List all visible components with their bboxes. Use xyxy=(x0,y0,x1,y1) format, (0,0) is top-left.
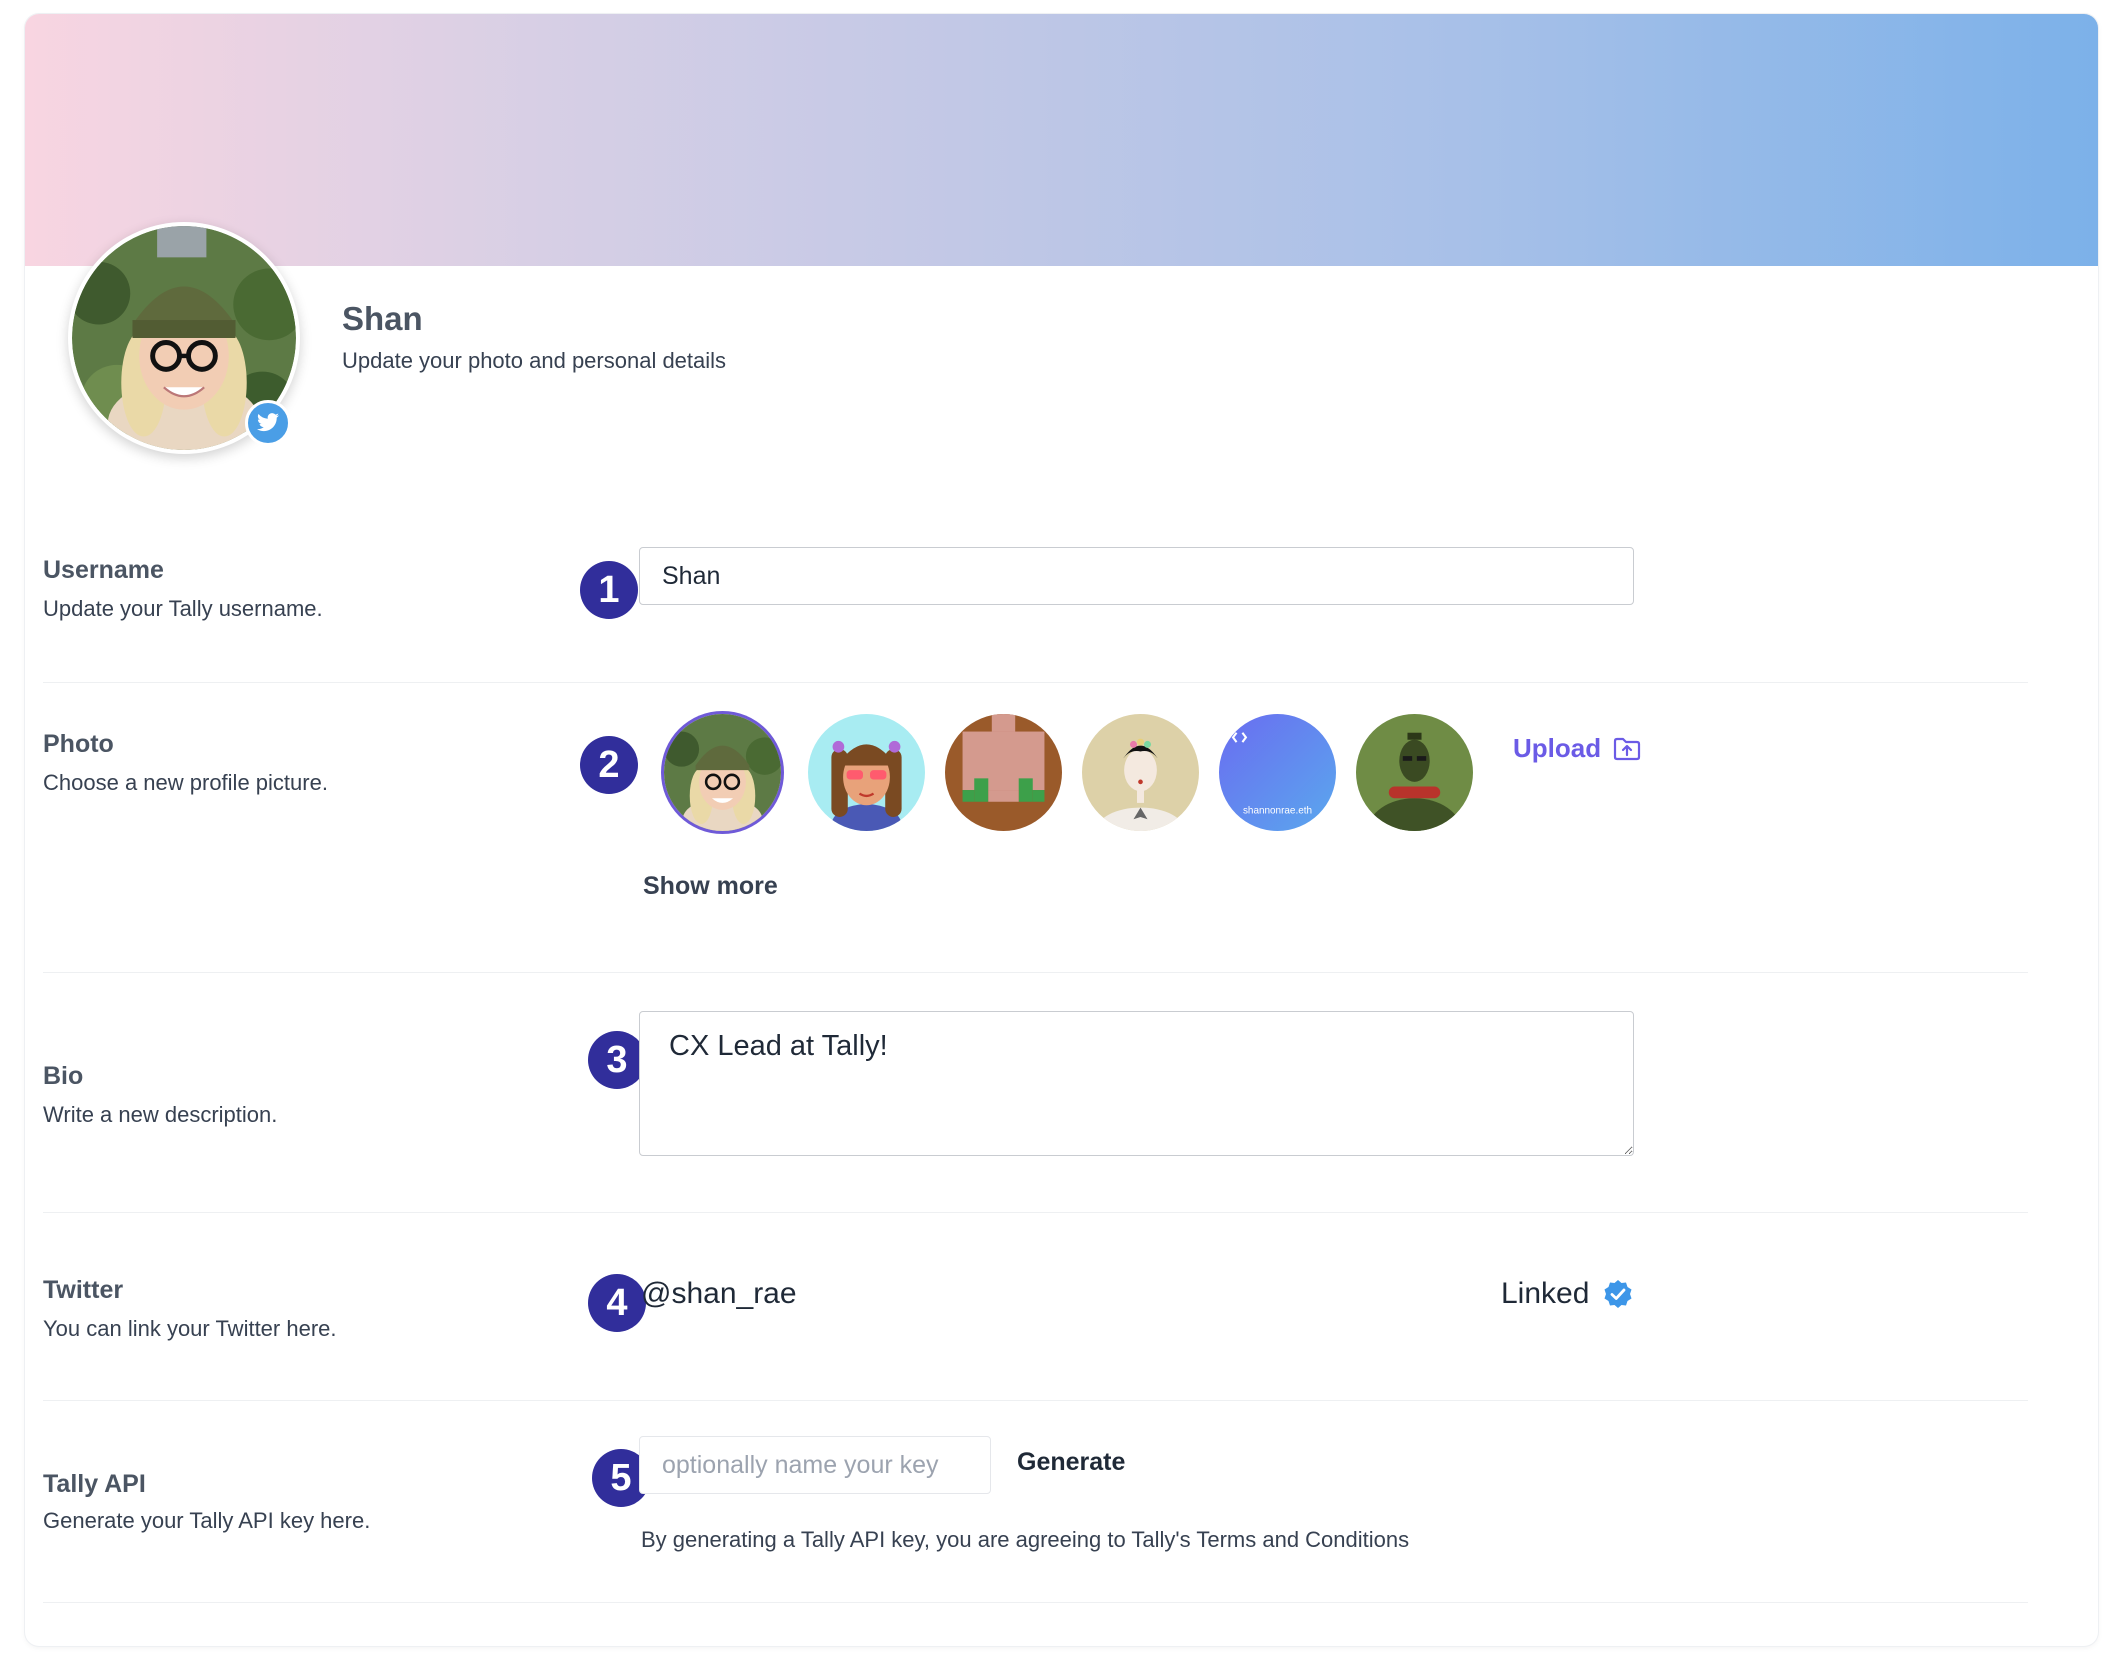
photo-option-6-image xyxy=(1356,714,1473,831)
api-label: Tally API xyxy=(43,1470,146,1498)
photo-option-3[interactable] xyxy=(945,714,1062,831)
profile-name: Shan xyxy=(342,300,423,337)
photo-option-4[interactable] xyxy=(1082,714,1199,831)
step-4-badge: 4 xyxy=(588,1274,646,1332)
photo-option-1[interactable] xyxy=(664,714,781,831)
verified-check-icon xyxy=(1604,1280,1632,1308)
linked-label: Linked xyxy=(1501,1277,1590,1310)
twitter-handle: @shan_rae xyxy=(641,1277,797,1310)
api-terms-text: By generating a Tally API key, you are a… xyxy=(641,1527,1410,1552)
photo-option-6[interactable] xyxy=(1356,714,1473,831)
bio-label: Bio xyxy=(43,1062,84,1090)
api-description: Generate your Tally API key here. xyxy=(43,1508,371,1533)
username-description: Update your Tally username. xyxy=(43,596,323,621)
show-more-button[interactable]: Show more xyxy=(643,872,778,901)
twitter-badge xyxy=(245,400,291,446)
twitter-label: Twitter xyxy=(43,1276,124,1304)
profile-banner xyxy=(25,14,2098,266)
divider xyxy=(43,1212,2028,1213)
photo-option-5-image: shannonrae.eth xyxy=(1219,714,1336,831)
bio-description: Write a new description. xyxy=(43,1102,278,1127)
photo-option-2[interactable] xyxy=(808,714,925,831)
bio-textarea[interactable]: CX Lead at Tally! xyxy=(639,1011,1634,1156)
twitter-link-status: Linked xyxy=(1501,1277,1633,1311)
divider xyxy=(43,682,2028,683)
photo-description: Choose a new profile picture. xyxy=(43,770,328,795)
username-input[interactable] xyxy=(639,547,1634,605)
twitter-description: You can link your Twitter here. xyxy=(43,1316,337,1341)
upload-button[interactable]: Upload xyxy=(1513,733,1641,764)
upload-folder-icon xyxy=(1614,737,1641,760)
settings-card: Shan Update your photo and personal deta… xyxy=(25,14,2098,1646)
step-2-badge: 2 xyxy=(580,736,638,794)
api-key-name-input[interactable] xyxy=(639,1436,991,1494)
photo-option-2-image xyxy=(808,714,925,831)
ens-name-text: shannonrae.eth xyxy=(1243,805,1312,816)
twitter-icon xyxy=(257,413,279,432)
username-label: Username xyxy=(43,556,164,584)
photo-option-5[interactable]: shannonrae.eth xyxy=(1219,714,1336,831)
upload-label: Upload xyxy=(1513,733,1602,763)
photo-option-4-image xyxy=(1082,714,1199,831)
profile-subtitle: Update your photo and personal details xyxy=(342,348,727,373)
divider xyxy=(43,1400,2028,1401)
photo-label: Photo xyxy=(43,730,114,758)
generate-button[interactable]: Generate xyxy=(1017,1448,1125,1477)
photo-option-1-image xyxy=(664,714,781,831)
photo-option-3-image xyxy=(945,714,1062,831)
divider xyxy=(43,972,2028,973)
step-1-badge: 1 xyxy=(580,561,638,619)
step-3-badge: 3 xyxy=(588,1031,646,1089)
divider xyxy=(43,1602,2028,1603)
